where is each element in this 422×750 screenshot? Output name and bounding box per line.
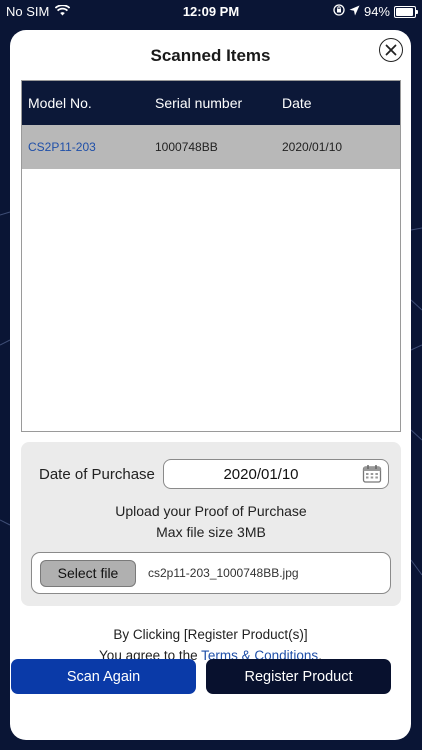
- select-file-button[interactable]: Select file: [40, 560, 136, 587]
- selected-file-name: cs2p11-203_1000748BB.jpg: [148, 566, 299, 580]
- column-header-model: Model No.: [28, 95, 92, 111]
- scan-again-button[interactable]: Scan Again: [11, 659, 196, 694]
- scanned-items-table: Model No. Serial number Date CS2P11-203 …: [21, 80, 401, 432]
- date-of-purchase-value: 2020/01/10: [223, 466, 299, 483]
- purchase-panel: Date of Purchase 2020/01/10 Upload your …: [21, 442, 401, 606]
- date-cell: 2020/01/10: [282, 140, 343, 154]
- status-right: 94%: [333, 4, 418, 19]
- column-header-serial: Serial number: [155, 95, 243, 111]
- serial-cell: 1000748BB: [155, 140, 218, 154]
- date-of-purchase-label: Date of Purchase: [39, 466, 155, 483]
- orientation-lock-icon: [333, 4, 345, 19]
- max-file-size-note: Max file size 3MB: [156, 524, 266, 540]
- battery-fill: [396, 7, 414, 16]
- modal-title: Scanned Items: [150, 46, 271, 65]
- status-bar: No SIM 12:09 PM 94%: [0, 0, 422, 24]
- model-link[interactable]: CS2P11-203: [22, 140, 149, 154]
- battery-icon: [394, 5, 418, 18]
- close-icon: [385, 44, 397, 56]
- calendar-icon[interactable]: [362, 464, 382, 489]
- close-button[interactable]: [379, 38, 403, 62]
- location-arrow-icon: [349, 4, 360, 19]
- date-of-purchase-field[interactable]: 2020/01/10: [163, 459, 389, 489]
- battery-percent: 94%: [363, 4, 390, 19]
- agreement-line-1: By Clicking [Register Product(s)]: [113, 627, 308, 642]
- table-header: Model No. Serial number Date: [22, 81, 400, 125]
- table-row[interactable]: CS2P11-203 1000748BB 2020/01/10: [22, 125, 400, 169]
- column-header-date: Date: [282, 95, 312, 111]
- register-product-button[interactable]: Register Product: [206, 659, 391, 694]
- scanned-items-modal: Scanned Items Model No. Serial number Da…: [10, 30, 411, 740]
- upload-instruction: Upload your Proof of Purchase: [115, 503, 307, 519]
- file-upload-box: Select file cs2p11-203_1000748BB.jpg: [31, 552, 391, 594]
